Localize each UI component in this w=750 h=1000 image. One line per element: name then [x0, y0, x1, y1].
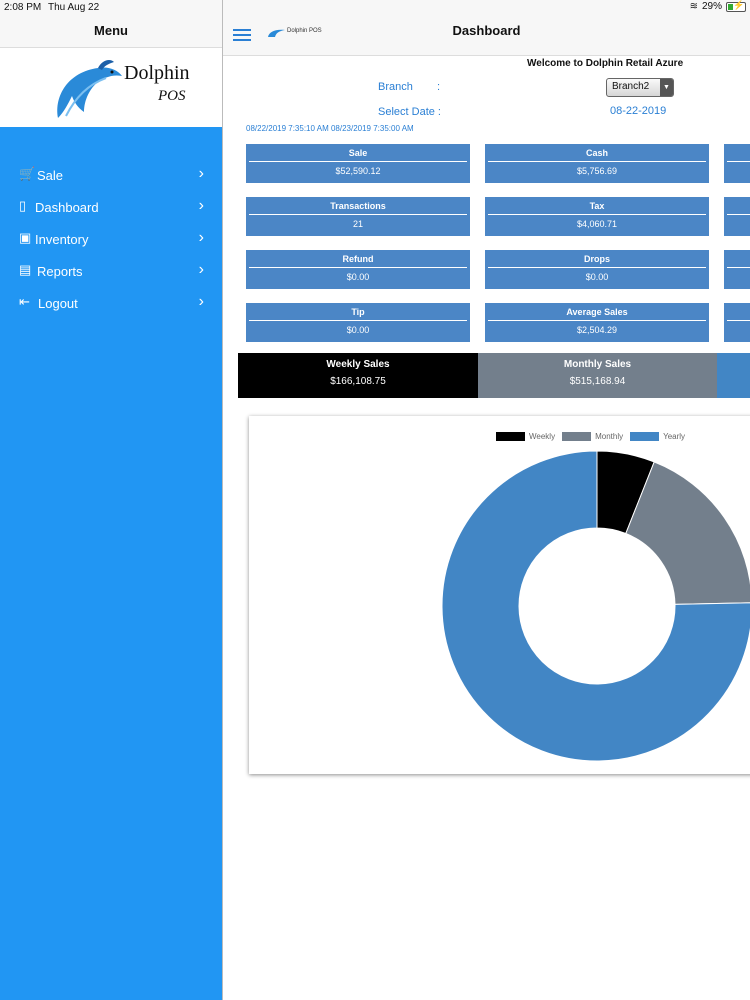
branch-select-value: Branch2 [612, 81, 650, 92]
logo-text-dolphin: Dolphin [124, 62, 190, 84]
tile-value: $0.00 [346, 325, 370, 335]
battery-percent: 29% [701, 1, 722, 12]
dropdown-arrow-icon: ▼ [660, 79, 673, 96]
tile-sale: Sale $52,590.12 [246, 144, 470, 183]
logo-text-pos: POS [158, 88, 186, 104]
tile-average-sales: Average Sales $2,504.29 [485, 303, 709, 342]
box-icon: ▣ [19, 230, 32, 245]
sidebar-item-sale[interactable]: 🛒 Sale › [0, 160, 222, 192]
tile-label: Sale [348, 148, 368, 158]
sidebar-item-label: Reports [37, 264, 83, 279]
dolphin-logo-icon [57, 60, 122, 118]
sidebar-item-reports[interactable]: ▤ Reports › [0, 256, 222, 288]
band-label: Weekly Sales [326, 359, 390, 370]
sidebar-item-logout[interactable]: ⇤ Logout › [0, 288, 222, 320]
weekly-sales-band: Weekly Sales $166,108.75 [238, 353, 478, 398]
tile-value: $0.00 [346, 272, 370, 282]
monthly-sales-band: Monthly Sales $515,168.94 [478, 353, 717, 398]
sidebar-menu: 🛒 Sale › ▯ Dashboard › ▣ Inventory › ▤ R… [0, 160, 222, 320]
chevron-right-icon: › [198, 197, 204, 214]
tile-value: $2,504.29 [576, 325, 618, 335]
sidebar-item-label: Logout [38, 296, 78, 311]
band-label: Monthly Sales [563, 359, 632, 370]
tile-label: Tax [589, 201, 605, 211]
sidebar-title: Menu [94, 23, 128, 38]
chevron-right-icon: › [198, 165, 204, 182]
chevron-right-icon: › [198, 229, 204, 246]
select-date-label: Select Date : [378, 106, 441, 118]
status-bar: 2:08 PM Thu Aug 22 ≋ 29% ⚡ [0, 0, 750, 14]
status-right: ≋ 29% ⚡ [689, 0, 746, 12]
logout-icon: ⇤ [19, 294, 30, 309]
tile-label: Drops [583, 254, 610, 264]
branch-colon: : [437, 81, 441, 93]
tile-tax: Tax $4,060.71 [485, 197, 709, 236]
sidebar: Menu Dolphin POS 🛒 Sale › ▯ Dashboard › … [0, 0, 223, 1000]
chevron-right-icon: › [198, 293, 204, 310]
tile-refund: Refund $0.00 [246, 250, 470, 289]
branch-select[interactable]: Branch2 ▼ [606, 78, 674, 97]
tile-cash: Cash $5,756.69 [485, 144, 709, 183]
clipboard-icon: ▯ [19, 198, 27, 213]
donut-chart [441, 450, 750, 762]
sidebar-item-label: Dashboard [35, 200, 99, 215]
tile-value: 21 [352, 219, 363, 229]
tile-label: Refund [342, 254, 374, 264]
cart-icon: 🛒 [19, 166, 36, 181]
status-date: Thu Aug 22 [48, 2, 100, 13]
report-icon: ▤ [19, 262, 32, 277]
tile-value: $5,756.69 [576, 166, 618, 176]
branch-label: Branch [378, 81, 413, 93]
yearly-sales-band [717, 353, 750, 398]
chevron-right-icon: › [198, 261, 204, 278]
tile-partial [724, 250, 750, 289]
tile-drops: Drops $0.00 [485, 250, 709, 289]
chart-card: Weekly Monthly Yearly [249, 416, 750, 774]
logo: Dolphin POS [0, 48, 222, 127]
sidebar-item-inventory[interactable]: ▣ Inventory › [0, 224, 222, 256]
tile-value: $0.00 [585, 272, 609, 282]
date-picker[interactable]: 08-22-2019 [610, 105, 666, 117]
sidebar-item-label: Sale [37, 168, 64, 183]
tile-value: $4,060.71 [576, 219, 618, 229]
tile-label: Tip [351, 307, 365, 317]
band-value: $515,168.94 [569, 376, 626, 387]
welcome-text: Welcome to Dolphin Retail Azure [527, 58, 684, 69]
page-title: Dashboard [452, 23, 521, 38]
band-value: $166,108.75 [330, 376, 386, 387]
tile-tip: Tip $0.00 [246, 303, 470, 342]
wifi-icon: ≋ [689, 1, 698, 12]
tile-label: Cash [585, 148, 608, 158]
tile-partial [724, 303, 750, 342]
status-time: 2:08 PM [4, 2, 42, 13]
tile-partial [724, 197, 750, 236]
date-range-text: 08/22/2019 7:35:10 AM 08/23/2019 7:35:00… [246, 124, 414, 133]
sidebar-item-label: Inventory [35, 232, 89, 247]
tile-label: Average Sales [566, 307, 628, 317]
battery-icon: ⚡ [726, 0, 746, 12]
sidebar-item-dashboard[interactable]: ▯ Dashboard › [0, 192, 222, 224]
tile-partial [724, 144, 750, 183]
tile-label: Transactions [330, 201, 386, 211]
tile-transactions: Transactions 21 [246, 197, 470, 236]
tile-value: $52,590.12 [335, 166, 381, 176]
